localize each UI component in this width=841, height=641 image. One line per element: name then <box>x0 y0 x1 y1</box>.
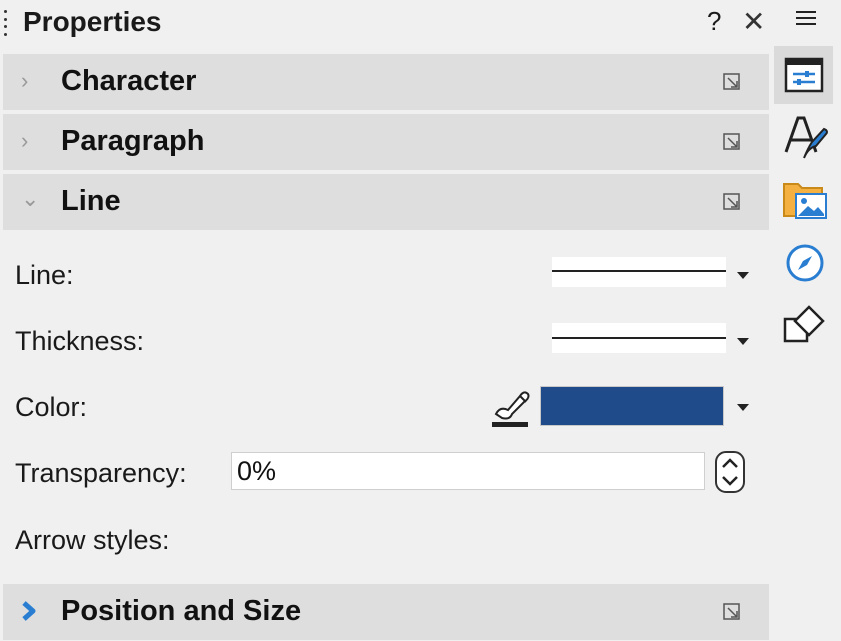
section-paragraph-header[interactable]: › Paragraph <box>3 114 769 170</box>
drag-grip-icon[interactable] <box>4 10 8 36</box>
tab-shapes-icon[interactable] <box>783 303 827 345</box>
tab-gallery-icon[interactable] <box>782 178 828 220</box>
section-character-label: Character <box>61 65 197 97</box>
line-color-swatch[interactable] <box>540 386 724 426</box>
more-options-icon[interactable] <box>723 133 742 152</box>
chevron-right-icon: › <box>21 128 29 153</box>
panel-titlebar: Properties ? ✕ <box>0 0 771 46</box>
paintbrush-icon[interactable] <box>490 384 532 428</box>
line-style-preview <box>552 270 726 272</box>
thickness-select[interactable] <box>552 323 726 353</box>
line-style-label: Line: <box>15 260 74 290</box>
more-options-icon[interactable] <box>723 193 742 212</box>
section-position-size-label: Position and Size <box>61 595 302 627</box>
sidebar-tabbar <box>771 0 841 641</box>
tab-styles-icon[interactable] <box>782 114 828 162</box>
section-paragraph-label: Paragraph <box>61 125 205 157</box>
properties-sidebar: Properties ? ✕ › Character › Paragraph ⌄… <box>0 0 841 641</box>
section-character-header[interactable]: › Character <box>3 54 769 110</box>
more-options-icon[interactable] <box>723 73 742 92</box>
chevron-right-icon: › <box>21 68 29 93</box>
panel-title: Properties <box>23 6 162 37</box>
dropdown-arrow-icon[interactable] <box>737 272 749 279</box>
transparency-input[interactable]: 0% <box>231 452 705 490</box>
more-options-icon[interactable] <box>723 603 742 622</box>
thickness-preview <box>552 337 726 339</box>
hamburger-menu-icon[interactable] <box>796 9 816 27</box>
color-label: Color: <box>15 392 88 422</box>
properties-icon <box>784 57 824 93</box>
dropdown-arrow-icon[interactable] <box>737 338 749 345</box>
thickness-label: Thickness: <box>15 326 145 356</box>
dropdown-arrow-icon[interactable] <box>737 404 749 411</box>
transparency-label: Transparency: <box>15 458 187 488</box>
chevron-down-icon: ⌄ <box>21 186 40 211</box>
tab-properties[interactable] <box>774 46 833 104</box>
close-button[interactable]: ✕ <box>742 5 765 38</box>
section-line-label: Line <box>61 185 121 217</box>
section-position-size-header[interactable]: Position and Size <box>3 584 769 640</box>
tab-navigator-icon[interactable] <box>785 243 825 283</box>
line-style-select[interactable] <box>552 257 726 287</box>
chevron-right-icon <box>22 601 36 621</box>
transparency-spinner[interactable] <box>715 451 745 493</box>
section-line-header[interactable]: ⌄ Line <box>3 174 769 230</box>
arrow-styles-label: Arrow styles: <box>15 525 170 555</box>
help-button[interactable]: ? <box>707 6 721 37</box>
